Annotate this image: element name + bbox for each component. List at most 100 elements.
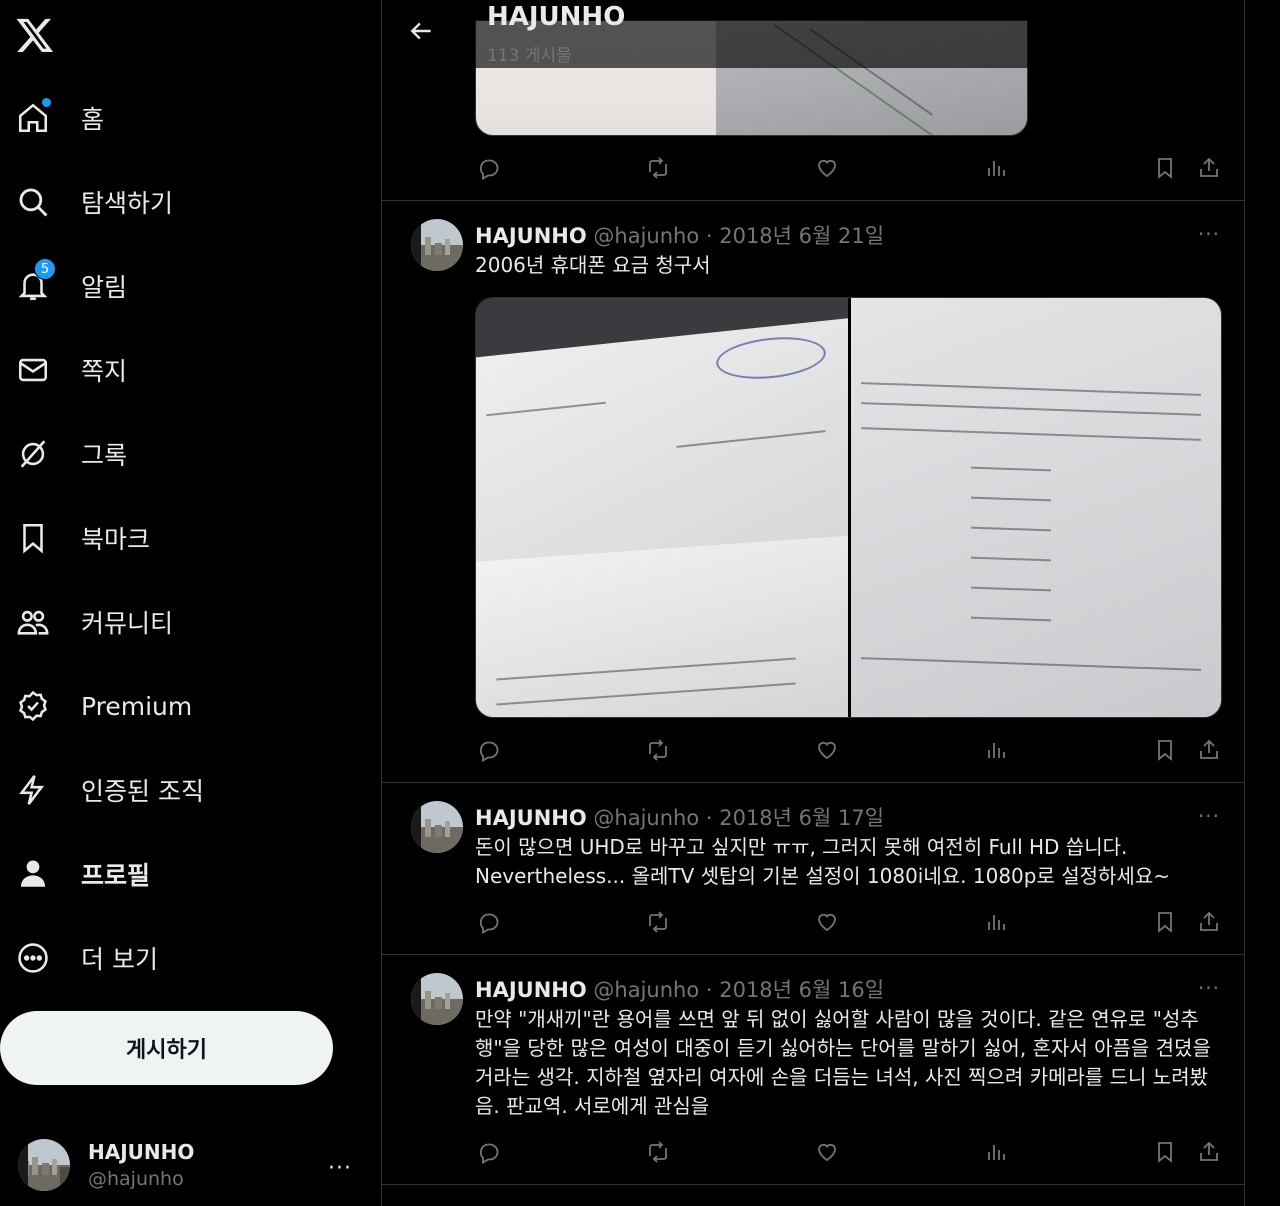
author-name[interactable]: HAJUNHO	[475, 978, 587, 1002]
divider	[382, 782, 1244, 783]
tweet-date[interactable]: · 2018년 6월 21일	[706, 224, 884, 248]
grok-icon	[16, 437, 50, 471]
bookmark-icon	[16, 521, 50, 555]
repost-icon[interactable]	[643, 735, 673, 765]
nav-label: 탐색하기	[81, 189, 174, 218]
repost-icon[interactable]	[643, 1137, 673, 1167]
repost-icon[interactable]	[643, 907, 673, 937]
avatar[interactable]	[411, 219, 463, 271]
lightning-icon	[16, 773, 50, 807]
nav-home[interactable]: 홈	[0, 90, 104, 146]
tweet-header: HAJUNHO @hajunho · 2018년 6월 21일	[475, 220, 884, 250]
divider	[382, 200, 1244, 201]
nav-more[interactable]: 더 보기	[0, 930, 158, 986]
nav-label: 북마크	[81, 525, 151, 554]
back-arrow-icon[interactable]	[402, 14, 442, 48]
nav-label: 인증된 조직	[81, 777, 204, 806]
avatar[interactable]	[411, 973, 463, 1025]
reply-icon[interactable]	[474, 907, 504, 937]
tweet-text: 돈이 많으면 UHD로 바꾸고 싶지만 ㅠㅠ, 그러지 못해 여전히 Full …	[475, 835, 1170, 888]
author-handle[interactable]: @hajunho	[593, 224, 699, 248]
x-logo-icon[interactable]	[14, 14, 56, 56]
people-icon	[16, 605, 50, 639]
notification-badge: 5	[34, 258, 56, 280]
account-switcher[interactable]: HAJUNHO @hajunho ···	[0, 1130, 370, 1200]
nav-label: 더 보기	[81, 945, 158, 974]
tweet-date[interactable]: · 2018년 6월 16일	[706, 978, 884, 1002]
tweet-header: HAJUNHO @hajunho · 2018년 6월 16일	[475, 974, 884, 1004]
nav-label: 그록	[81, 441, 128, 470]
account-handle: @hajunho	[88, 1168, 184, 1190]
like-icon[interactable]	[812, 153, 842, 183]
bookmark-icon[interactable]	[1150, 1137, 1180, 1167]
bell-icon: 5	[16, 258, 56, 303]
account-text: HAJUNHO @hajunho	[88, 1140, 194, 1190]
post-count: 113 게시물	[487, 46, 572, 66]
tweet-actions	[382, 735, 1244, 765]
more-options-icon[interactable]: ···	[1198, 804, 1220, 828]
more-options-icon[interactable]: ···	[1198, 976, 1220, 1000]
nav-communities[interactable]: 커뮤니티	[0, 594, 173, 650]
tweet-actions	[382, 1137, 1244, 1167]
more-circle-icon	[16, 941, 50, 975]
nav-explore[interactable]: 탐색하기	[0, 174, 173, 230]
like-icon[interactable]	[812, 907, 842, 937]
tweet-date[interactable]: · 2018년 6월 17일	[706, 806, 884, 830]
author-name[interactable]: HAJUNHO	[475, 806, 587, 830]
like-icon[interactable]	[812, 1137, 842, 1167]
reply-icon[interactable]	[474, 1137, 504, 1167]
tweet-media[interactable]	[475, 297, 1222, 718]
tweet-header: HAJUNHO @hajunho · 2018년 6월 17일	[475, 802, 884, 832]
share-icon[interactable]	[1194, 153, 1224, 183]
divider	[382, 1184, 1244, 1185]
author-handle[interactable]: @hajunho	[593, 978, 699, 1002]
tweet-image[interactable]	[476, 298, 848, 717]
tweet-text: 2006년 휴대폰 요금 청구서	[475, 253, 711, 277]
tweet-image[interactable]	[851, 298, 1221, 717]
nav-premium[interactable]: Premium	[0, 678, 192, 734]
nav-profile[interactable]: 프로필	[0, 846, 150, 902]
bookmark-icon[interactable]	[1150, 153, 1180, 183]
reply-icon[interactable]	[474, 153, 504, 183]
views-icon[interactable]	[981, 153, 1011, 183]
nav-notifications[interactable]: 5 알림	[0, 258, 127, 314]
reply-icon[interactable]	[474, 735, 504, 765]
tweet-text: 만약 "개새끼"란 용어를 쓰면 앞 뒤 없이 싫어할 사람이 많을 것이다. …	[475, 1007, 1211, 1118]
search-icon	[16, 185, 50, 219]
nav-verified-orgs[interactable]: 인증된 조직	[0, 762, 204, 818]
author-handle[interactable]: @hajunho	[593, 806, 699, 830]
share-icon[interactable]	[1194, 1137, 1224, 1167]
tweet-actions	[382, 153, 1244, 183]
sidebar: 홈 탐색하기 5 알림 쪽지 그록 북마크 커뮤니티 Premium 인증된 조…	[0, 0, 381, 1206]
nav-label: Premium	[81, 691, 193, 721]
bookmark-icon[interactable]	[1150, 735, 1180, 765]
account-name: HAJUNHO	[88, 1140, 195, 1164]
nav-label: 알림	[81, 273, 128, 302]
verified-badge-icon	[16, 689, 50, 723]
nav-label: 쪽지	[81, 357, 128, 386]
tweet-actions	[382, 907, 1244, 937]
bookmark-icon[interactable]	[1150, 907, 1180, 937]
nav-messages[interactable]: 쪽지	[0, 342, 127, 398]
avatar[interactable]	[411, 801, 463, 853]
post-button[interactable]: 게시하기	[0, 1011, 333, 1085]
share-icon[interactable]	[1194, 735, 1224, 765]
profile-header: HAJUNHO 113 게시물	[382, 0, 1244, 68]
like-icon[interactable]	[812, 735, 842, 765]
nav-bookmarks[interactable]: 북마크	[0, 510, 150, 566]
nav-grok[interactable]: 그록	[0, 426, 127, 482]
account-more-icon[interactable]: ···	[328, 1156, 352, 1181]
repost-icon[interactable]	[643, 153, 673, 183]
author-name[interactable]: HAJUNHO	[475, 224, 587, 248]
share-icon[interactable]	[1194, 907, 1224, 937]
divider	[382, 954, 1244, 955]
nav-label: 홈	[81, 105, 105, 134]
page-title: HAJUNHO	[487, 2, 626, 32]
nav-label: 프로필	[81, 861, 151, 890]
views-icon[interactable]	[981, 907, 1011, 937]
more-options-icon[interactable]: ···	[1198, 222, 1220, 246]
views-icon[interactable]	[981, 735, 1011, 765]
avatar	[18, 1139, 70, 1191]
views-icon[interactable]	[981, 1137, 1011, 1167]
unread-dot	[41, 97, 52, 108]
